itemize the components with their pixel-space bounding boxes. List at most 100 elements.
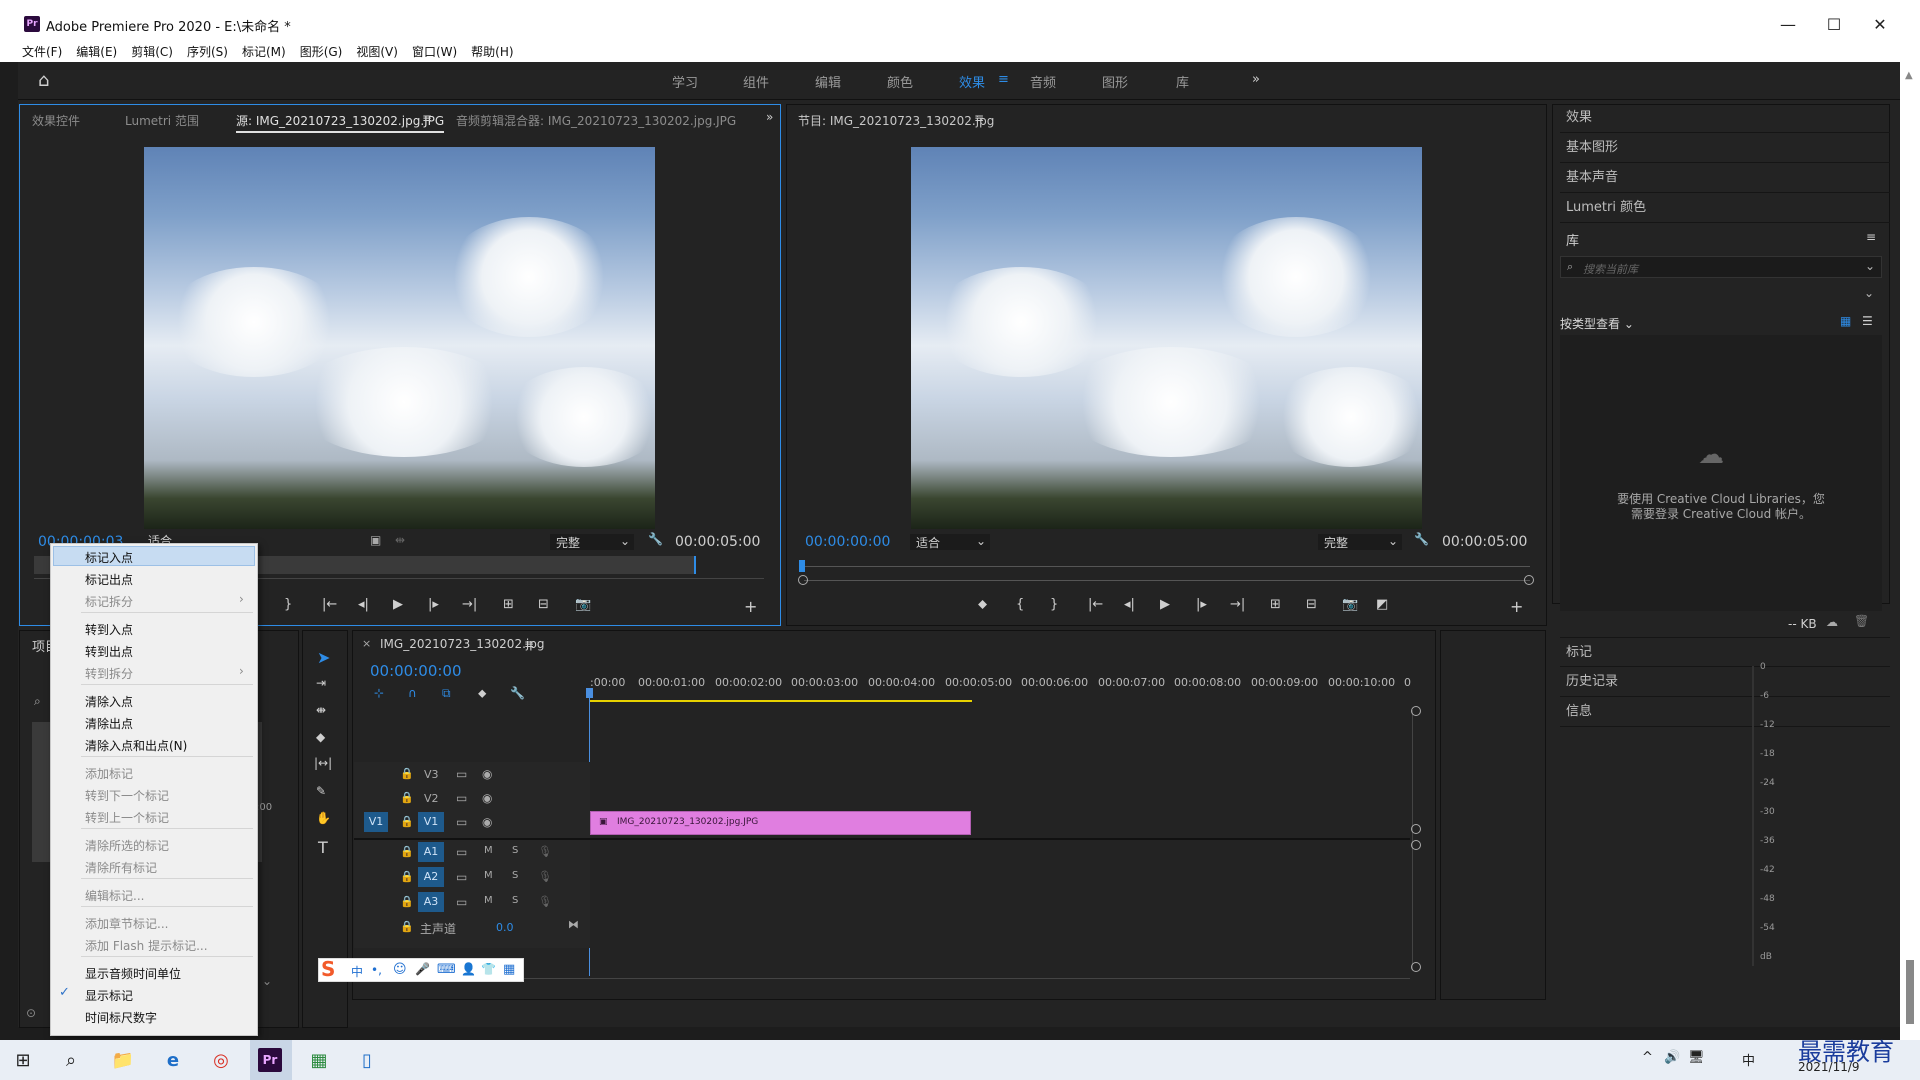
sync-lock-icon[interactable]: ▭ — [456, 791, 467, 805]
workspace-color[interactable]: 颜色 — [887, 72, 913, 91]
sync-lock-icon[interactable]: ▭ — [456, 870, 467, 884]
search-icon[interactable]: ⌕ — [34, 694, 41, 709]
grid-view-icon[interactable]: ▦ — [1840, 314, 1851, 328]
workspace-learn[interactable]: 学习 — [672, 72, 698, 91]
program-mark-out-icon[interactable]: } — [1050, 597, 1058, 612]
chevron-down-icon[interactable]: ⌄ — [1865, 259, 1875, 273]
wrench-icon[interactable]: 🔧 — [648, 532, 663, 546]
sync-lock-icon[interactable]: ▭ — [456, 815, 467, 829]
program-comparison-icon[interactable]: ◩ — [1376, 597, 1388, 612]
menu-item-add-marker[interactable]: 添加标记 — [85, 765, 133, 782]
track-v3[interactable]: V3 — [424, 768, 439, 781]
taskbar-search-icon[interactable]: ⌕ — [58, 1047, 84, 1073]
source-patch-v1[interactable]: V1 — [364, 812, 388, 832]
eye-icon[interactable]: ◉ — [482, 791, 492, 805]
linked-selection-icon[interactable]: ⧉ — [442, 686, 451, 701]
source-step-back-icon[interactable]: ◂| — [358, 597, 369, 612]
panel-essential-graphics[interactable]: 基本图形 — [1560, 133, 1890, 163]
workspace-assembly[interactable]: 组件 — [743, 72, 769, 91]
source-play-icon[interactable]: ▶ — [393, 597, 403, 612]
lock-icon[interactable]: 🔒 — [400, 870, 414, 883]
program-add-marker-icon[interactable]: ⬥ — [978, 597, 987, 612]
lock-icon[interactable]: 🔒 — [400, 815, 414, 828]
program-playhead[interactable] — [799, 560, 805, 572]
source-go-to-in-icon[interactable]: |← — [322, 597, 337, 612]
menu-item-clear-in[interactable]: 清除入点 — [85, 693, 133, 710]
workspace-more-button[interactable]: » — [1252, 72, 1260, 87]
close-button[interactable]: ✕ — [1858, 8, 1902, 40]
workspace-effects[interactable]: 效果 — [959, 72, 985, 91]
panel-lumetri-color[interactable]: Lumetri 颜色 — [1560, 193, 1890, 223]
track-a3[interactable]: A3 — [418, 892, 444, 912]
menu-edit[interactable]: 编辑(E) — [76, 43, 117, 60]
program-menu-icon[interactable]: ≡ — [974, 111, 984, 125]
menu-item-clear-in-out[interactable]: 清除入点和出点(N) — [85, 737, 187, 754]
panel-more-button[interactable]: » — [766, 110, 773, 124]
menu-view[interactable]: 视图(V) — [356, 43, 398, 60]
menu-item-clear-selected-marker[interactable]: 清除所选的标记 — [85, 837, 169, 854]
program-mark-in-icon[interactable]: { — [1016, 597, 1024, 612]
menu-marker[interactable]: 标记(M) — [242, 43, 286, 60]
source-add-button-icon[interactable]: + — [744, 597, 757, 616]
program-add-button-icon[interactable]: + — [1510, 597, 1523, 616]
hand-tool-icon[interactable]: ✋ — [316, 811, 331, 825]
menu-item-next-marker[interactable]: 转到下一个标记 — [85, 787, 169, 804]
close-icon[interactable]: × — [362, 637, 371, 650]
program-zoom-handle-left[interactable] — [798, 575, 808, 585]
source-settings-icon[interactable]: ▣ — [370, 533, 381, 547]
solo-button[interactable]: S — [512, 895, 518, 906]
source-overwrite-button-icon[interactable]: ⊟ — [538, 597, 549, 612]
premiere-taskbar-icon[interactable]: Pr — [258, 1048, 282, 1072]
sync-lock-icon[interactable]: ▭ — [456, 767, 467, 781]
menu-item-clear-all-markers[interactable]: 清除所有标记 — [85, 859, 157, 876]
ime-language-icon[interactable]: 中 — [1742, 1050, 1755, 1069]
maximize-button[interactable]: ☐ — [1812, 8, 1856, 40]
mute-button[interactable]: M — [484, 845, 493, 856]
menu-item-edit-marker[interactable]: 编辑标记... — [85, 887, 144, 904]
minimize-button[interactable]: — — [1766, 8, 1810, 40]
menu-item-go-to-in[interactable]: 转到入点 — [85, 621, 133, 638]
workspace-editing[interactable]: 编辑 — [815, 72, 841, 91]
workspace-libraries[interactable]: 库 — [1176, 72, 1189, 91]
lock-icon[interactable]: 🔒 — [400, 895, 414, 908]
track-a1[interactable]: A1 — [418, 842, 444, 862]
tray-overflow-icon[interactable]: ^ — [1642, 1050, 1653, 1065]
scroll-handle-bottom[interactable] — [1411, 962, 1421, 972]
microphone-icon[interactable]: 🎙 — [538, 895, 552, 908]
sogou-logo-icon[interactable]: S — [321, 957, 335, 981]
eye-icon[interactable]: ◉ — [482, 767, 492, 781]
menu-item-clear-out[interactable]: 清除出点 — [85, 715, 133, 732]
slip-tool-icon[interactable]: |↔| — [314, 756, 332, 770]
timeline-clip[interactable]: ▣ IMG_20210723_130202.jpg.JPG — [590, 811, 971, 835]
menu-file[interactable]: 文件(F) — [22, 43, 62, 60]
program-fit-dropdown[interactable]: 适合 ⌄ — [910, 534, 990, 550]
program-extract-icon[interactable]: ⊟ — [1306, 597, 1317, 612]
panel-info[interactable]: 信息 — [1560, 697, 1890, 727]
view-by-type-dropdown[interactable]: 按类型查看 ⌄ — [1560, 315, 1634, 332]
lock-icon[interactable]: 🔒 — [400, 767, 414, 780]
mute-button[interactable]: M — [484, 895, 493, 906]
source-tab-menu-icon[interactable]: ≡ — [422, 111, 432, 125]
track-v1[interactable]: V1 — [418, 812, 444, 832]
playhead-handle[interactable] — [586, 688, 593, 698]
menu-item-prev-marker[interactable]: 转到上一个标记 — [85, 809, 169, 826]
panel-markers[interactable]: 标记 — [1560, 637, 1890, 667]
timeline-timecode[interactable]: 00:00:00:00 — [370, 662, 462, 680]
program-lift-icon[interactable]: ⊞ — [1270, 597, 1281, 612]
tab-audio-clip-mixer[interactable]: 音频剪辑混合器: IMG_20210723_130202.jpg.JPG — [456, 112, 736, 129]
lock-icon[interactable]: ⊙ — [26, 1006, 36, 1020]
menu-clip[interactable]: 剪辑(C) — [131, 43, 173, 60]
panel-essential-sound[interactable]: 基本声音 — [1560, 163, 1890, 193]
phone-app-icon[interactable]: ▯ — [354, 1047, 380, 1073]
mute-button[interactable]: M — [484, 870, 493, 881]
chrome-browser-icon[interactable]: ◎ — [208, 1047, 234, 1073]
ime-user-icon[interactable]: 👤 — [461, 962, 476, 976]
menu-item-time-ruler-numbers[interactable]: 时间标尺数字 — [85, 1009, 157, 1026]
file-explorer-icon[interactable]: 📁 — [110, 1047, 136, 1073]
program-timecode[interactable]: 00:00:00:00 — [805, 534, 890, 550]
workspace-menu-icon[interactable]: ≡ — [998, 72, 1009, 87]
track-select-tool-icon[interactable]: ⇥ — [316, 676, 326, 690]
source-insert-icon[interactable]: ⇹ — [395, 533, 405, 547]
chevron-down-icon[interactable]: ⌄ — [262, 974, 272, 988]
sync-lock-icon[interactable]: ▭ — [456, 845, 467, 859]
